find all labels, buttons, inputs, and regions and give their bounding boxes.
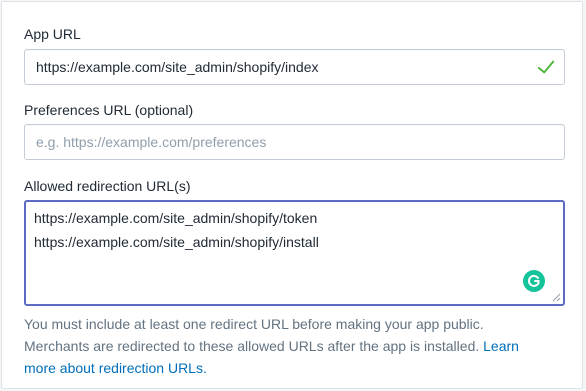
redirection-url-line: https://example.com/site_admin/shopify/t…: [34, 210, 318, 226]
preferences-url-field[interactable]: e.g. https://example.com/preferences: [24, 124, 565, 160]
app-urls-card: App URL https://example.com/site_admin/s…: [1, 1, 583, 389]
app-url-field[interactable]: https://example.com/site_admin/shopify/i…: [24, 49, 565, 85]
redirection-urls-label: Allowed redirection URL(s): [24, 178, 191, 194]
preferences-url-placeholder: e.g. https://example.com/preferences: [36, 134, 267, 150]
redirection-url-line: https://example.com/site_admin/shopify/i…: [34, 234, 319, 250]
app-url-value: https://example.com/site_admin/shopify/i…: [36, 59, 319, 75]
help-text: You must include at least one redirect U…: [24, 316, 484, 354]
app-url-label: App URL: [24, 26, 81, 42]
check-icon: [537, 60, 555, 74]
grammarly-icon[interactable]: [523, 270, 545, 292]
redirection-help-text: You must include at least one redirect U…: [24, 313, 544, 379]
redirection-urls-textarea[interactable]: https://example.com/site_admin/shopify/t…: [24, 200, 565, 306]
resize-handle-icon[interactable]: [552, 293, 561, 302]
preferences-url-label: Preferences URL (optional): [24, 102, 194, 118]
